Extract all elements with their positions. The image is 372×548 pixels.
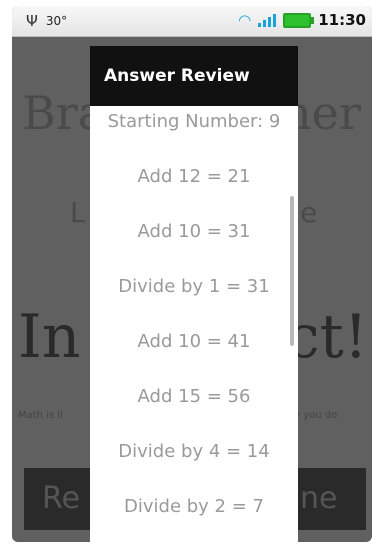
list-item: Add 15 = 56: [137, 386, 251, 407]
usb-icon: Ψ: [26, 12, 38, 30]
steps-list[interactable]: Starting Number: 9 Add 12 = 21 Add 10 = …: [90, 106, 298, 542]
level-label: L e: [70, 196, 318, 229]
dialog-title: Answer Review: [90, 46, 298, 106]
list-item: Add 10 = 31: [137, 221, 251, 242]
list-item: Add 12 = 21: [137, 166, 251, 187]
signal-icon: [258, 13, 277, 27]
result-text: In ct!: [18, 302, 368, 372]
list-item: Divide by 1 = 31: [118, 276, 270, 297]
temperature-readout: 30°: [45, 14, 68, 28]
phone-screen: Ψ 30° ◠ 11:30 Bra ner L e In ct! Math is…: [12, 6, 372, 542]
list-item: Divide by 4 = 14: [118, 441, 270, 462]
list-item: Starting Number: 9: [107, 111, 281, 132]
answer-review-dialog: Answer Review Starting Number: 9 Add 12 …: [90, 46, 298, 542]
result-subtext: Math is li re you do: [18, 410, 338, 421]
scrollbar[interactable]: [290, 196, 294, 346]
clock: 11:30: [318, 11, 366, 29]
list-item: Add 10 = 41: [137, 331, 251, 352]
battery-icon: [283, 12, 315, 28]
status-bar: Ψ 30° ◠ 11:30: [12, 6, 372, 37]
list-item: Divide by 2 = 7: [124, 496, 264, 517]
wifi-icon: ◠: [238, 11, 252, 29]
